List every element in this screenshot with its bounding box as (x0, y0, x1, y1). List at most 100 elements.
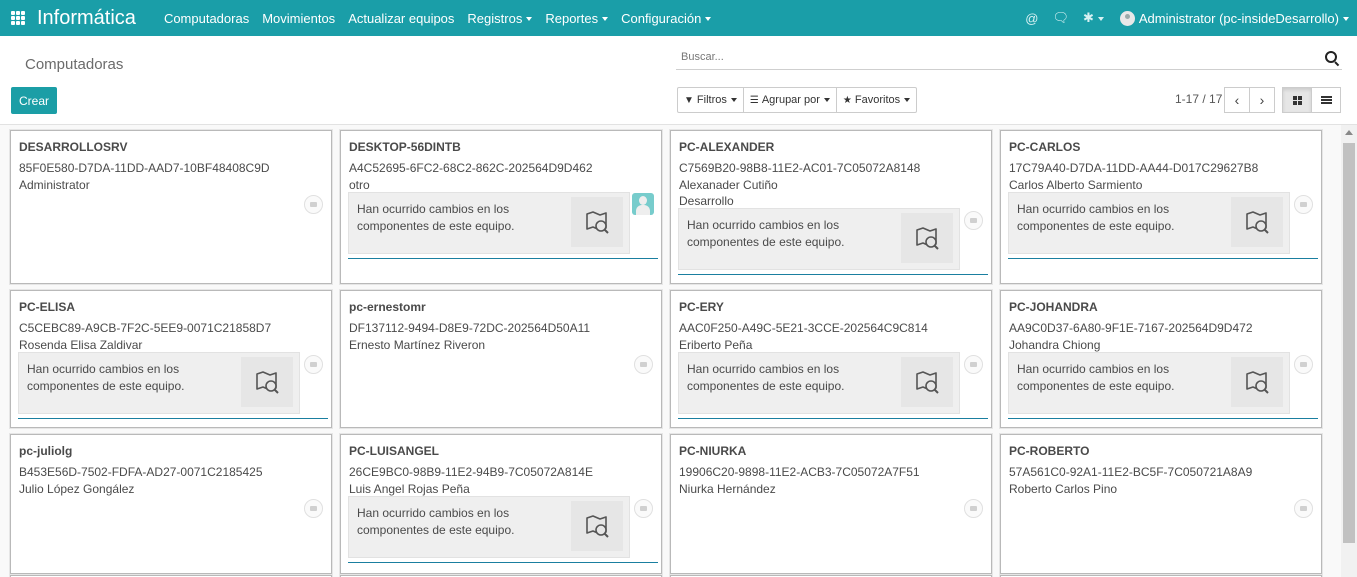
changes-notice-text: Han ocurrido cambios en los componentes … (27, 362, 185, 393)
search-input[interactable] (676, 47, 1301, 67)
card-department: Desarrollo (679, 194, 734, 208)
filters-button[interactable]: ▼ Filtros (677, 87, 744, 113)
changes-notice: Han ocurrido cambios en los componentes … (678, 352, 960, 414)
bug-icon[interactable]: ✱ (1083, 10, 1104, 26)
notice-divider (348, 562, 658, 563)
card-title: PC-ROBERTO (1009, 444, 1090, 458)
apps-grid-icon[interactable] (11, 11, 25, 25)
search-icon[interactable] (1325, 51, 1337, 63)
card-title: PC-ALEXANDER (679, 140, 775, 154)
kanban-card[interactable]: PC-NIURKA 19906C20-9898-11E2-ACB3-7C05072… (670, 434, 992, 574)
changes-notice-text: Han ocurrido cambios en los componentes … (687, 362, 845, 393)
camera-placeholder-icon (1294, 195, 1313, 214)
card-user: Carlos Alberto Sarmiento (1009, 178, 1143, 192)
map-search-icon (1231, 357, 1283, 407)
camera-placeholder-icon (304, 499, 323, 518)
chevron-right-icon: › (1259, 92, 1265, 108)
filter-icon: ▼ (684, 94, 694, 106)
camera-placeholder-icon (634, 355, 653, 374)
camera-placeholder-icon (964, 499, 983, 518)
changes-notice: Han ocurrido cambios en los componentes … (18, 352, 300, 414)
card-uuid: C5CEBC89-A9CB-7F2C-5EE9-0071C21858D7 (19, 321, 272, 335)
camera-placeholder-icon (304, 195, 323, 214)
notice-divider (678, 418, 988, 419)
view-switcher (1282, 87, 1341, 113)
menu-item-actualizar-equipos[interactable]: Actualizar equipos (348, 11, 454, 26)
kanban-card[interactable]: PC-JOHANDRA AA9C0D37-6A80-9F1E-7167-20256… (1000, 290, 1322, 428)
notice-divider (1008, 418, 1318, 419)
menu-item-movimientos[interactable]: Movimientos (262, 11, 335, 26)
favorites-button[interactable]: ★ Favoritos (835, 87, 918, 113)
pager-buttons: ‹ › (1224, 87, 1275, 113)
user-avatar[interactable] (1119, 10, 1135, 26)
vertical-scrollbar[interactable] (1341, 125, 1357, 577)
kanban-view-button[interactable] (1282, 87, 1312, 113)
card-user: otro (349, 178, 370, 192)
kanban-card[interactable]: PC-ELISA C5CEBC89-A9CB-7F2C-5EE9-0071C218… (10, 290, 332, 428)
create-button[interactable]: Crear (11, 87, 57, 114)
pager-value[interactable]: 1-17 / 17 (1175, 92, 1222, 106)
menu-item-reportes[interactable]: Reportes (545, 11, 609, 26)
notice-divider (678, 274, 988, 275)
card-user: Alexanader Cutiño (679, 178, 778, 192)
chat-bubbles-icon[interactable]: 🗨︎ (1052, 10, 1069, 26)
card-uuid: C7569B20-98B8-11E2-AC01-7C05072A8148 (679, 161, 921, 175)
camera-placeholder-icon (1294, 499, 1313, 518)
scrollbar-thumb[interactable] (1343, 143, 1355, 543)
kanban-card[interactable]: PC-ERY AAC0F250-A49C-5E21-3CCE-202564C9C8… (670, 290, 992, 428)
card-user: Julio López Gongález (19, 482, 135, 496)
card-uuid: A4C52695-6FC2-68C2-862C-202564D9D462 (349, 161, 593, 175)
changes-notice: Han ocurrido cambios en los componentes … (1008, 192, 1290, 254)
user-menu[interactable]: Administrator (pc-insideDesarrollo) (1139, 11, 1349, 26)
card-title: DESARROLLOSRV (19, 140, 128, 154)
changes-notice: Han ocurrido cambios en los componentes … (348, 192, 630, 254)
card-title: PC-NIURKA (679, 444, 747, 458)
map-search-icon (901, 213, 953, 263)
kanban-card[interactable]: pc-juliolg B453E56D-7502-FDFA-AD27-0071C2… (10, 434, 332, 574)
camera-placeholder-icon (1294, 355, 1313, 374)
camera-placeholder-icon (964, 355, 983, 374)
list-view-button[interactable] (1311, 87, 1341, 113)
menu-item-registros[interactable]: Registros (467, 11, 533, 26)
kanban-card[interactable]: DESARROLLOSRV 85F0E580-D7DA-11DD-AAD7-10B… (10, 130, 332, 284)
caret-down-icon (705, 17, 712, 22)
app-brand[interactable]: Informática (37, 7, 136, 30)
page-title: Computadoras (25, 56, 124, 73)
kanban-card[interactable]: PC-CARLOS 17C79A40-D7DA-11DD-AA44-D017C29… (1000, 130, 1322, 284)
changes-notice-text: Han ocurrido cambios en los componentes … (357, 202, 515, 233)
menu-item-configuracion[interactable]: Configuración (621, 11, 712, 26)
card-user: Rosenda Elisa Zaldivar (19, 338, 143, 352)
caret-down-icon (1343, 17, 1349, 22)
map-search-icon (1231, 197, 1283, 247)
kanban-card[interactable]: PC-LUISANGEL 26CE9BC0-98B9-11E2-94B9-7C05… (340, 434, 662, 574)
at-sign-icon[interactable]: @ (1025, 11, 1038, 26)
map-search-icon (571, 197, 623, 247)
card-uuid: 17C79A40-D7DA-11DD-AA44-D017C29627B8 (1009, 161, 1259, 175)
map-search-icon (241, 357, 293, 407)
map-search-icon (901, 357, 953, 407)
camera-placeholder-icon (304, 355, 323, 374)
kanban-card[interactable]: PC-ROBERTO 57A561C0-92A1-11E2-BC5F-7C0507… (1000, 434, 1322, 574)
map-search-icon (571, 501, 623, 551)
scroll-up-icon[interactable] (1345, 130, 1353, 135)
kanban-view: DESARROLLOSRV 85F0E580-D7DA-11DD-AAD7-10B… (0, 125, 1341, 577)
card-title: PC-ERY (679, 300, 724, 314)
pager-next-button[interactable]: › (1249, 87, 1275, 113)
notice-divider (18, 418, 328, 419)
changes-notice-text: Han ocurrido cambios en los componentes … (357, 506, 515, 537)
card-user: Roberto Carlos Pino (1009, 482, 1118, 496)
card-uuid: 26CE9BC0-98B9-11E2-94B9-7C05072A814E (349, 465, 593, 479)
card-uuid: B453E56D-7502-FDFA-AD27-0071C2185425 (19, 465, 263, 479)
kanban-card[interactable]: PC-ALEXANDER C7569B20-98B8-11E2-AC01-7C05… (670, 130, 992, 284)
card-user: Administrator (19, 178, 90, 192)
kanban-card[interactable]: pc-ernestomr DF137112-9494-D8E9-72DC-2025… (340, 290, 662, 428)
group-by-button[interactable]: ☰ Agrupar por (742, 87, 837, 113)
main-menu: Computadoras Movimientos Actualizar equi… (164, 11, 724, 26)
card-uuid: AA9C0D37-6A80-9F1E-7167-202564D9D472 (1009, 321, 1253, 335)
card-user: Johandra Chiong (1009, 338, 1101, 352)
menu-item-computadoras[interactable]: Computadoras (164, 11, 249, 26)
pager-previous-button[interactable]: ‹ (1224, 87, 1250, 113)
card-uuid: 85F0E580-D7DA-11DD-AAD7-10BF48408C9D (19, 161, 270, 175)
card-user: Niurka Hernández (679, 482, 776, 496)
kanban-card[interactable]: DESKTOP-56DINTB A4C52695-6FC2-68C2-862C-2… (340, 130, 662, 284)
